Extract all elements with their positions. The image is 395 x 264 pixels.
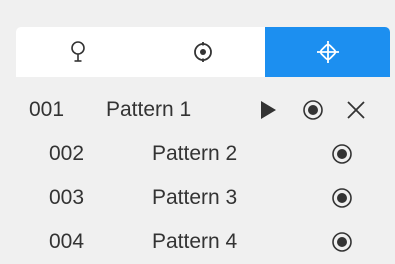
close-icon[interactable] [345,99,367,121]
pattern-number: 002 [49,142,85,165]
tab-location[interactable] [16,27,140,77]
pattern-name: Pattern 4 [152,230,238,253]
tab-target[interactable] [140,27,265,77]
pattern-name: Pattern 2 [152,142,238,165]
mode-tabs [16,27,390,77]
pattern-number: 001 [29,98,65,121]
list-item[interactable]: 003 Pattern 3 [0,176,395,220]
record-icon[interactable] [331,187,353,209]
record-icon[interactable] [331,231,353,253]
pattern-number: 004 [49,230,85,253]
tab-pattern[interactable] [265,27,390,77]
pattern-name: Pattern 3 [152,186,238,209]
crosshair-diamond-icon [316,41,339,63]
record-icon[interactable] [331,143,353,165]
location-pin-icon [71,41,85,62]
list-item[interactable]: 004 Pattern 4 [0,220,395,264]
list-item[interactable]: 001 Pattern 1 [0,88,395,132]
pattern-name: Pattern 1 [106,98,192,121]
record-icon[interactable] [302,99,324,121]
target-icon [193,42,212,62]
pattern-list: 001 Pattern 1 002 Pattern 2 003 Pattern … [0,88,395,264]
pattern-number: 003 [49,186,85,209]
play-icon[interactable] [259,100,277,120]
list-item[interactable]: 002 Pattern 2 [0,132,395,176]
